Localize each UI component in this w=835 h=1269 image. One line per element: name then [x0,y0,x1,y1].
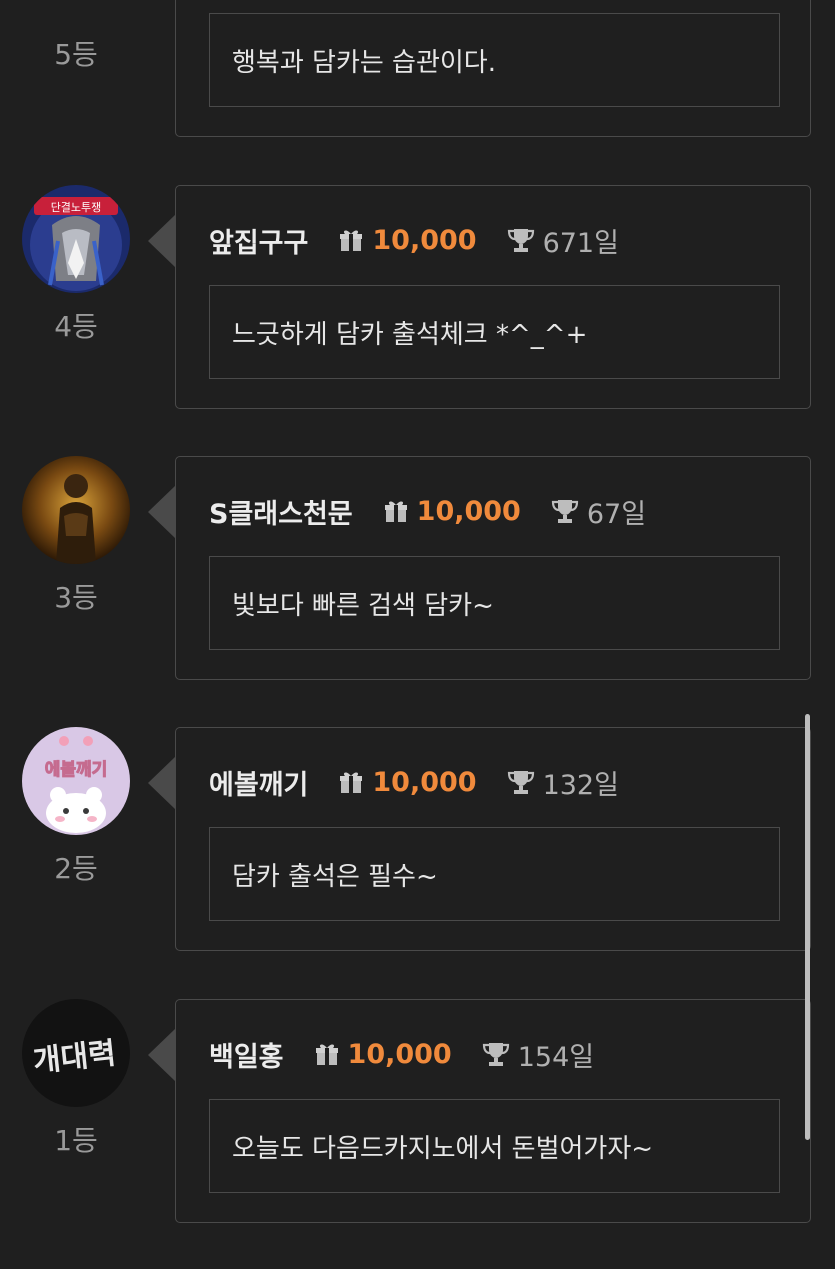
card-pointer [148,486,175,538]
rank-label: 5등 [54,38,98,71]
gift-icon [340,772,363,793]
comment-message: 담카 출석은 필수~ [209,827,780,921]
comment-message: 행복과 담카는 습관이다. [209,13,780,107]
attendance-ranking-list: 5등 행복과 담카는 습관이다. 단결노투쟁 4등 앞집구구 10,000 67… [0,0,835,1269]
comment-message: 빛보다 빠른 검색 담카~ [209,556,780,650]
points-value: 10,000 [372,224,477,256]
nickname[interactable]: 백일홍 [209,1035,284,1074]
trophy-icon [507,229,534,252]
ranking-entry-2: 에볼깨기 2등 에볼깨기 10,000 132일 담카 출석은 필수~ [0,727,835,955]
comment-card: 백일홍 10,000 154일 오늘도 다음드카지노에서 돈벌어가자~ [175,999,811,1223]
attendance-days: 154일 [517,1041,595,1073]
gift-icon [315,1044,338,1065]
points-value: 10,000 [416,495,521,527]
comment-card: 에볼깨기 10,000 132일 담카 출석은 필수~ [175,727,811,951]
comment-meta: 백일홍 10,000 154일 [209,1034,594,1074]
gift-icon [384,501,407,522]
rank-label: 2등 [54,852,98,885]
trophy-icon [551,500,578,523]
rank-label: 4등 [54,310,98,343]
comment-message: 오늘도 다음드카지노에서 돈벌어가자~ [209,1099,780,1193]
scrollbar[interactable] [805,714,810,1140]
rank-label: 3등 [54,581,98,614]
pigeon-avatar[interactable]: 단결노투쟁 [22,185,130,293]
attendance-days: 671일 [542,227,619,259]
comment-meta: S클래스천문 10,000 67일 [209,491,646,531]
svg-text:에볼깨기: 에볼깨기 [45,760,108,780]
ranking-entry-1: 개대력 1등 백일홍 10,000 154일 오늘도 다음드카지노에서 돈벌어가… [0,999,835,1227]
ranking-entry-3: 3등 S클래스천문 10,000 67일 빛보다 빠른 검색 담카~ [0,456,835,684]
rank-label: 1등 [54,1124,98,1157]
trophy-icon [482,1043,509,1066]
card-pointer [148,757,175,809]
points-value: 10,000 [347,1038,452,1070]
cute-cat-avatar[interactable]: 에볼깨기 [22,727,130,835]
comment-card: 행복과 담카는 습관이다. [175,0,811,137]
ranking-entry-4: 단결노투쟁 4등 앞집구구 10,000 671일 느긋하게 담카 출석체크 *… [0,185,835,413]
comment-card: 앞집구구 10,000 671일 느긋하게 담카 출석체크 *^_^+ [175,185,811,409]
ranking-entry-5: 5등 행복과 담카는 습관이다. [0,0,835,141]
nickname[interactable]: 앞집구구 [209,221,308,260]
comment-meta: 에볼깨기 10,000 132일 [209,762,619,802]
comment-meta: 앞집구구 10,000 671일 [209,220,619,260]
points-value: 10,000 [372,766,477,798]
card-pointer [148,1029,175,1081]
neon-text-avatar[interactable]: 개대력 [22,999,130,1107]
attendance-days: 67일 [586,498,647,530]
card-pointer [148,215,175,267]
trophy-icon [507,771,534,794]
attendance-days: 132일 [542,769,619,801]
nickname[interactable]: S클래스천문 [209,492,353,531]
nickname[interactable]: 에볼깨기 [209,763,308,802]
golden-statue-avatar[interactable] [22,456,130,564]
comment-message: 느긋하게 담카 출석체크 *^_^+ [209,285,780,379]
svg-text:단결노투쟁: 단결노투쟁 [51,201,102,214]
gift-icon [340,230,363,251]
comment-card: S클래스천문 10,000 67일 빛보다 빠른 검색 담카~ [175,456,811,680]
